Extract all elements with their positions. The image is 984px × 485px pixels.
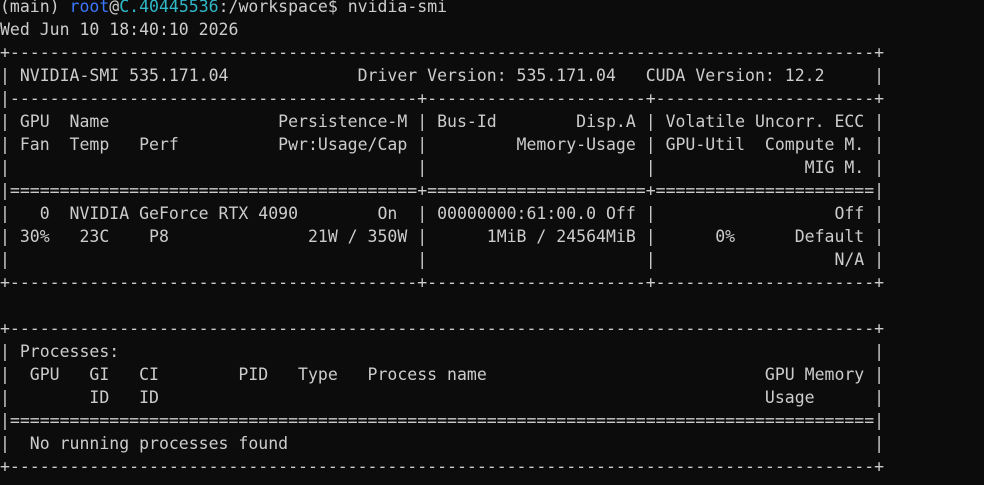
gpu-row-1: | 0 NVIDIA GeForce RTX 4090 On | 0000000… — [0, 204, 885, 223]
processes-title: | Processes: | — [0, 342, 885, 361]
table-border: +---------------------------------------… — [0, 273, 885, 292]
processes-double-separator: |=======================================… — [0, 411, 885, 430]
no-processes-message: | No running processes found | — [0, 434, 885, 453]
header-row-2: | Fan Temp Perf Pwr:Usage/Cap | Memory-U… — [0, 135, 885, 154]
terminal-window[interactable]: (main) root@C.40445536:/workspace$ nvidi… — [0, 0, 984, 485]
processes-border: +---------------------------------------… — [0, 319, 885, 338]
gpu-row-3: | | | N/A | — [0, 250, 885, 269]
processes-border: +---------------------------------------… — [0, 457, 885, 476]
header-row-3: | | | MIG M. | — [0, 158, 885, 177]
conda-env: (main) — [0, 0, 70, 16]
processes-header-2: | ID ID Usage | — [0, 388, 885, 407]
prompt-at: @ — [109, 0, 120, 16]
prompt-user: root — [69, 0, 110, 16]
header-double-separator: |=======================================… — [0, 181, 885, 200]
prompt-line: (main) root@C.40445536:/workspace$ nvidi… — [0, 0, 984, 18]
output-timestamp: Wed Jun 10 18:40:10 2026 — [0, 20, 239, 39]
version-row: | NVIDIA-SMI 535.171.04 Driver Version: … — [0, 66, 885, 85]
prompt-path: :/workspace$ — [218, 0, 348, 16]
table-separator: |---------------------------------------… — [0, 89, 885, 108]
prompt-host: C.40445536 — [119, 0, 219, 16]
table-border: +---------------------------------------… — [0, 43, 885, 62]
processes-header-1: | GPU GI CI PID Type Process name GPU Me… — [0, 365, 885, 384]
gpu-row-2: | 30% 23C P8 21W / 350W | 1MiB / 24564Mi… — [0, 227, 885, 246]
prompt-command: nvidia-smi — [347, 0, 448, 16]
header-row-1: | GPU Name Persistence-M | Bus-Id Disp.A… — [0, 112, 885, 131]
